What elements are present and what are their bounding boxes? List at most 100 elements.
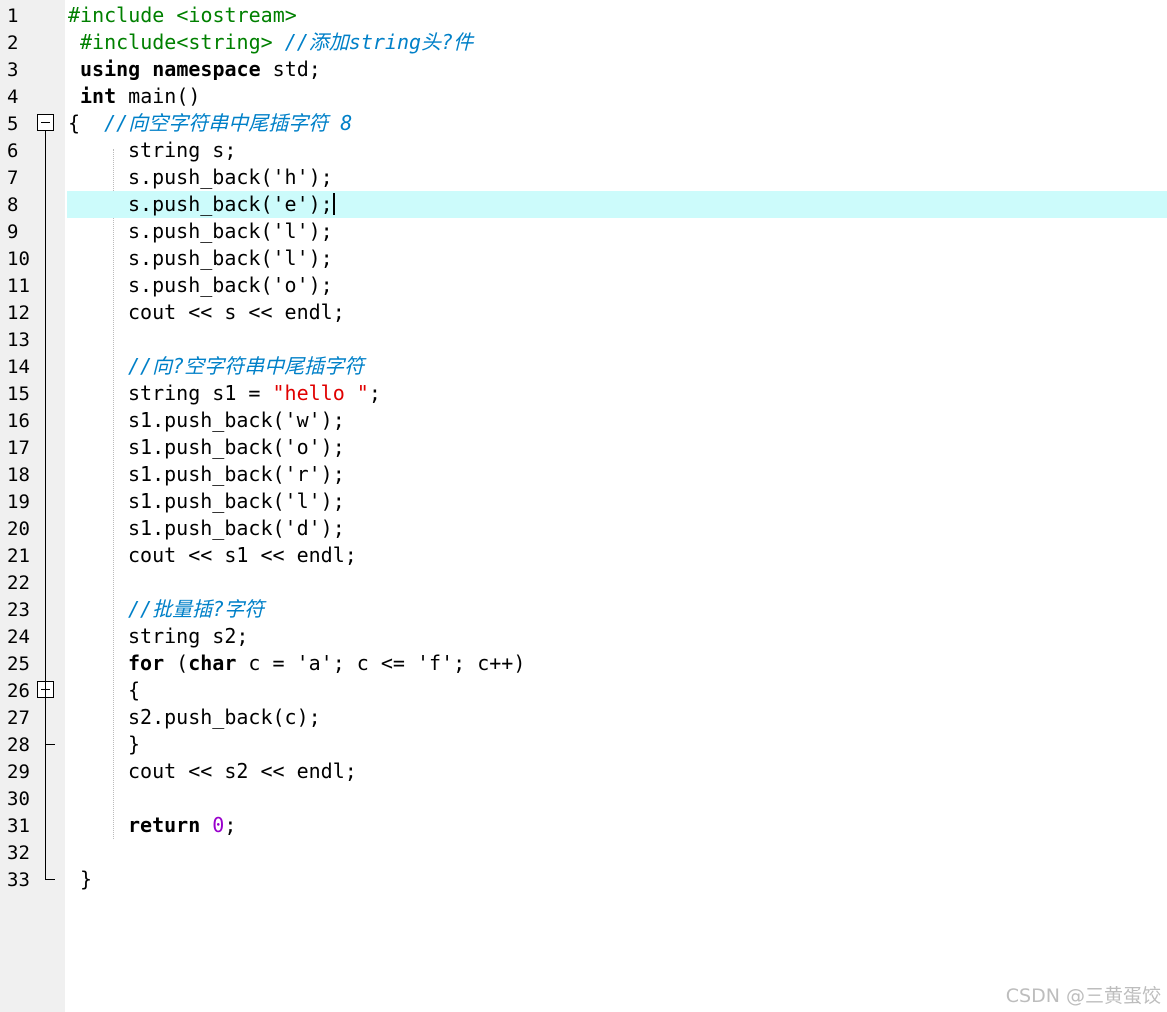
code-token: s.push_back('e');: [128, 192, 333, 216]
preprocessor-token: #include<string>: [80, 30, 285, 54]
code-line[interactable]: 6 string s;: [0, 137, 1167, 164]
code-line[interactable]: 2 #include<string> //添加string头?件: [0, 29, 1167, 56]
code-line[interactable]: 5 { //向空字符串中尾插字符 8: [0, 110, 1167, 137]
code-text: s1.push_back('l');: [128, 489, 345, 514]
code-text: s.push_back('l');: [128, 246, 333, 271]
fold-range-line: [45, 131, 46, 879]
line-number: 8: [7, 194, 19, 216]
code-line[interactable]: 7 s.push_back('h');: [0, 164, 1167, 191]
code-line[interactable]: 14 //向?空字符串中尾插字符: [0, 353, 1167, 380]
code-line[interactable]: 13: [0, 326, 1167, 353]
code-text: s1.push_back('r');: [128, 462, 345, 487]
line-number: 4: [7, 86, 19, 108]
line-number: 19: [7, 491, 30, 513]
code-line[interactable]: 27 s2.push_back(c);: [0, 704, 1167, 731]
code-text: #include <iostream>: [68, 3, 297, 28]
line-number: 18: [7, 464, 30, 486]
line-number: 23: [7, 599, 30, 621]
code-line[interactable]: 29 cout << s2 << endl;: [0, 758, 1167, 785]
code-line[interactable]: 21 cout << s1 << endl;: [0, 542, 1167, 569]
code-line[interactable]: 18 s1.push_back('r');: [0, 461, 1167, 488]
line-number: 33: [7, 869, 30, 891]
keyword-token: char: [188, 651, 237, 675]
code-text: return 0;: [128, 813, 236, 838]
code-line[interactable]: 10 s.push_back('l');: [0, 245, 1167, 272]
code-line[interactable]: 4 int main(): [0, 83, 1167, 110]
text-cursor: [332, 193, 335, 215]
code-line[interactable]: 16 s1.push_back('w');: [0, 407, 1167, 434]
line-number: 31: [7, 815, 30, 837]
code-line[interactable]: 19 s1.push_back('l');: [0, 488, 1167, 515]
code-text: for (char c = 'a'; c <= 'f'; c++): [128, 651, 525, 676]
line-number: 11: [7, 275, 30, 297]
code-line[interactable]: 11 s.push_back('o');: [0, 272, 1167, 299]
code-text: s.push_back('l');: [128, 219, 333, 244]
code-token: s.push_back('o');: [128, 273, 333, 297]
code-line[interactable]: 30: [0, 785, 1167, 812]
code-token: std;: [260, 57, 321, 81]
comment-token: //添加string头?件: [284, 30, 474, 54]
code-token: s1.push_back('d');: [128, 516, 345, 540]
code-editor[interactable]: 1 #include <iostream> 2 #include<string> //…: [0, 0, 1167, 1012]
code-token: {: [128, 678, 141, 702]
line-number: 15: [7, 383, 30, 405]
code-text: using namespace std;: [80, 57, 321, 82]
code-line[interactable]: 9 s.push_back('l');: [0, 218, 1167, 245]
code-token: cout << s << endl;: [128, 300, 345, 324]
code-token: c = 'a'; c <= 'f'; c++): [236, 651, 526, 675]
comment-token: //向空字符串中尾插字符 8: [104, 111, 353, 135]
code-line[interactable]: 22: [0, 569, 1167, 596]
line-number: 20: [7, 518, 30, 540]
code-text: s1.push_back('d');: [128, 516, 345, 541]
code-token: s.push_back('l');: [128, 246, 333, 270]
code-token: cout << s1 << endl;: [128, 543, 357, 567]
code-text: s2.push_back(c);: [128, 705, 321, 730]
keyword-token: using: [80, 57, 141, 81]
code-line[interactable]: 23 //批量插?字符: [0, 596, 1167, 623]
code-text: s.push_back('h');: [128, 165, 333, 190]
line-number: 22: [7, 572, 30, 594]
keyword-token: namespace: [152, 57, 261, 81]
code-text: s.push_back('o');: [128, 273, 333, 298]
code-text: //向?空字符串中尾插字符: [128, 354, 364, 379]
code-line[interactable]: 25 for (char c = 'a'; c <= 'f'; c++): [0, 650, 1167, 677]
code-line[interactable]: 24 string s2;: [0, 623, 1167, 650]
code-line[interactable]: 12 cout << s << endl;: [0, 299, 1167, 326]
fold-toggle-icon[interactable]: [37, 114, 54, 131]
line-number: 24: [7, 626, 30, 648]
code-line[interactable]: 28}: [0, 731, 1167, 758]
code-token: ;: [224, 813, 237, 837]
code-text: {: [128, 678, 140, 703]
keyword-token: return: [128, 813, 201, 837]
code-token: cout << s2 << endl;: [128, 759, 357, 783]
line-number: 10: [7, 248, 30, 270]
line-number: 27: [7, 707, 30, 729]
preprocessor-token: #include <iostream>: [68, 3, 297, 27]
code-token: string s2;: [128, 624, 249, 648]
line-number: 1: [7, 5, 19, 27]
code-token: main(): [116, 84, 201, 108]
code-line[interactable]: 17 s1.push_back('o');: [0, 434, 1167, 461]
code-text: string s1 = "hello ";: [128, 381, 381, 406]
code-token: s.push_back('h');: [128, 165, 333, 189]
fold-end-marker: [45, 879, 55, 880]
code-text: string s;: [128, 138, 236, 163]
code-line[interactable]: 20 s1.push_back('d');: [0, 515, 1167, 542]
code-token: s1.push_back('o');: [128, 435, 345, 459]
code-line[interactable]: 26 {: [0, 677, 1167, 704]
code-token: string s;: [128, 138, 237, 162]
code-line[interactable]: 33}: [0, 866, 1167, 893]
line-number: 16: [7, 410, 30, 432]
code-line[interactable]: 15 string s1 = "hello ";: [0, 380, 1167, 407]
code-line[interactable]: 8 s.push_back('e');: [0, 191, 1167, 218]
code-line[interactable]: 3 using namespace std;: [0, 56, 1167, 83]
keyword-token: for: [128, 651, 165, 675]
string-literal: "hello ": [272, 381, 369, 405]
code-line[interactable]: 31 return 0;: [0, 812, 1167, 839]
code-token: s1.push_back('r');: [128, 462, 345, 486]
code-line[interactable]: 32: [0, 839, 1167, 866]
code-line[interactable]: 1 #include <iostream>: [0, 2, 1167, 29]
code-token: {: [68, 111, 105, 135]
line-number: 14: [7, 356, 30, 378]
fold-end-marker: [45, 744, 55, 745]
